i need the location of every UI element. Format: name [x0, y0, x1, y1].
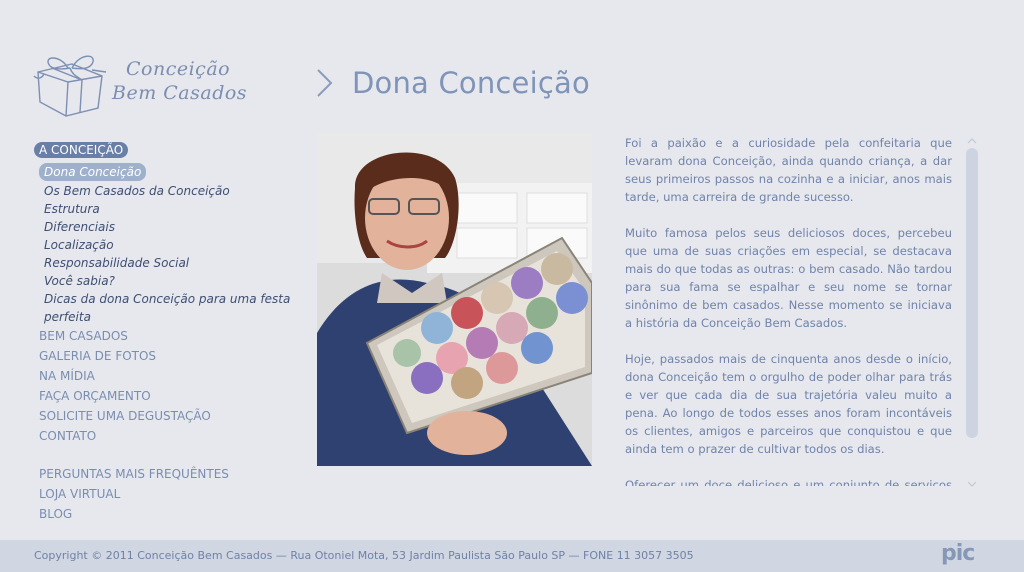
nav-item-bem-casados[interactable]: BEM CASADOS	[39, 326, 294, 346]
nav-item-perguntas-frequentes[interactable]: PERGUNTAS MAIS FREQUÊNTES	[39, 464, 294, 484]
content-paragraph: Hoje, passados mais de cinquenta anos de…	[625, 352, 952, 456]
footer-copyright: Copyright © 2011 Conceição Bem Casados —…	[34, 549, 694, 562]
nav-subitem-dicas[interactable]: Dicas da dona Conceição para uma festa	[39, 290, 294, 308]
chevron-right-icon	[317, 69, 333, 97]
nav-item-galeria-de-fotos[interactable]: GALERIA DE FOTOS	[39, 346, 294, 366]
nav-item-blog[interactable]: BLOG	[39, 504, 294, 524]
nav-subitem-localizacao[interactable]: Localização	[39, 236, 294, 254]
scrollbar-thumb[interactable]	[966, 148, 978, 438]
scroll-down-icon[interactable]	[965, 480, 979, 488]
content-paragraph: Oferecer um doce delicioso e um conjunto…	[625, 478, 952, 486]
nav-subitem-responsabilidade-social[interactable]: Responsabilidade Social	[39, 254, 294, 272]
nav-main-items: BEM CASADOS GALERIA DE FOTOS NA MÍDIA FA…	[39, 326, 294, 524]
page-title: Dona Conceição	[352, 66, 590, 100]
scroll-up-icon[interactable]	[965, 137, 979, 145]
photo-dona-conceicao	[317, 133, 592, 466]
content-text: Foi a paixão e a curiosidade pela confei…	[625, 134, 952, 486]
nav-submenu: Dona Conceição Os Bem Casados da Conceiç…	[39, 161, 294, 326]
sidebar-nav: A CONCEIÇÃO Dona Conceição Os Bem Casado…	[34, 139, 294, 524]
content-paragraph: Muito famosa pelos seus deliciosos doces…	[625, 226, 952, 330]
nav-item-contato[interactable]: CONTATO	[39, 426, 294, 446]
nav-subitem-dona-conceicao[interactable]: Dona Conceição	[39, 163, 147, 181]
nav-subitem-voce-sabia[interactable]: Você sabia?	[39, 272, 294, 290]
content-paragraph: Foi a paixão e a curiosidade pela confei…	[625, 136, 952, 204]
agency-logo[interactable]: pic	[941, 541, 975, 566]
nav-extra-items: PERGUNTAS MAIS FREQUÊNTES LOJA VIRTUAL B…	[39, 464, 294, 524]
nav-item-solicite-degustacao[interactable]: SOLICITE UMA DEGUSTAÇÃO	[39, 406, 294, 426]
brand-name-line2: Bem Casados	[112, 82, 248, 104]
brand-name-line1: Conceição	[126, 58, 231, 80]
nav-section-a-conceicao[interactable]: A CONCEIÇÃO	[34, 142, 129, 158]
nav-subitem-os-bem-casados[interactable]: Os Bem Casados da Conceição	[39, 182, 294, 200]
nav-subitem-diferenciais[interactable]: Diferenciais	[39, 218, 294, 236]
nav-item-na-midia[interactable]: NA MÍDIA	[39, 366, 294, 386]
nav-subitem-dicas-continued[interactable]: perfeita	[39, 308, 294, 326]
nav-subitem-estrutura[interactable]: Estrutura	[39, 200, 294, 218]
nav-item-faca-orcamento[interactable]: FAÇA ORÇAMENTO	[39, 386, 294, 406]
nav-item-loja-virtual[interactable]: LOJA VIRTUAL	[39, 484, 294, 504]
footer: Copyright © 2011 Conceição Bem Casados —…	[0, 540, 1024, 572]
